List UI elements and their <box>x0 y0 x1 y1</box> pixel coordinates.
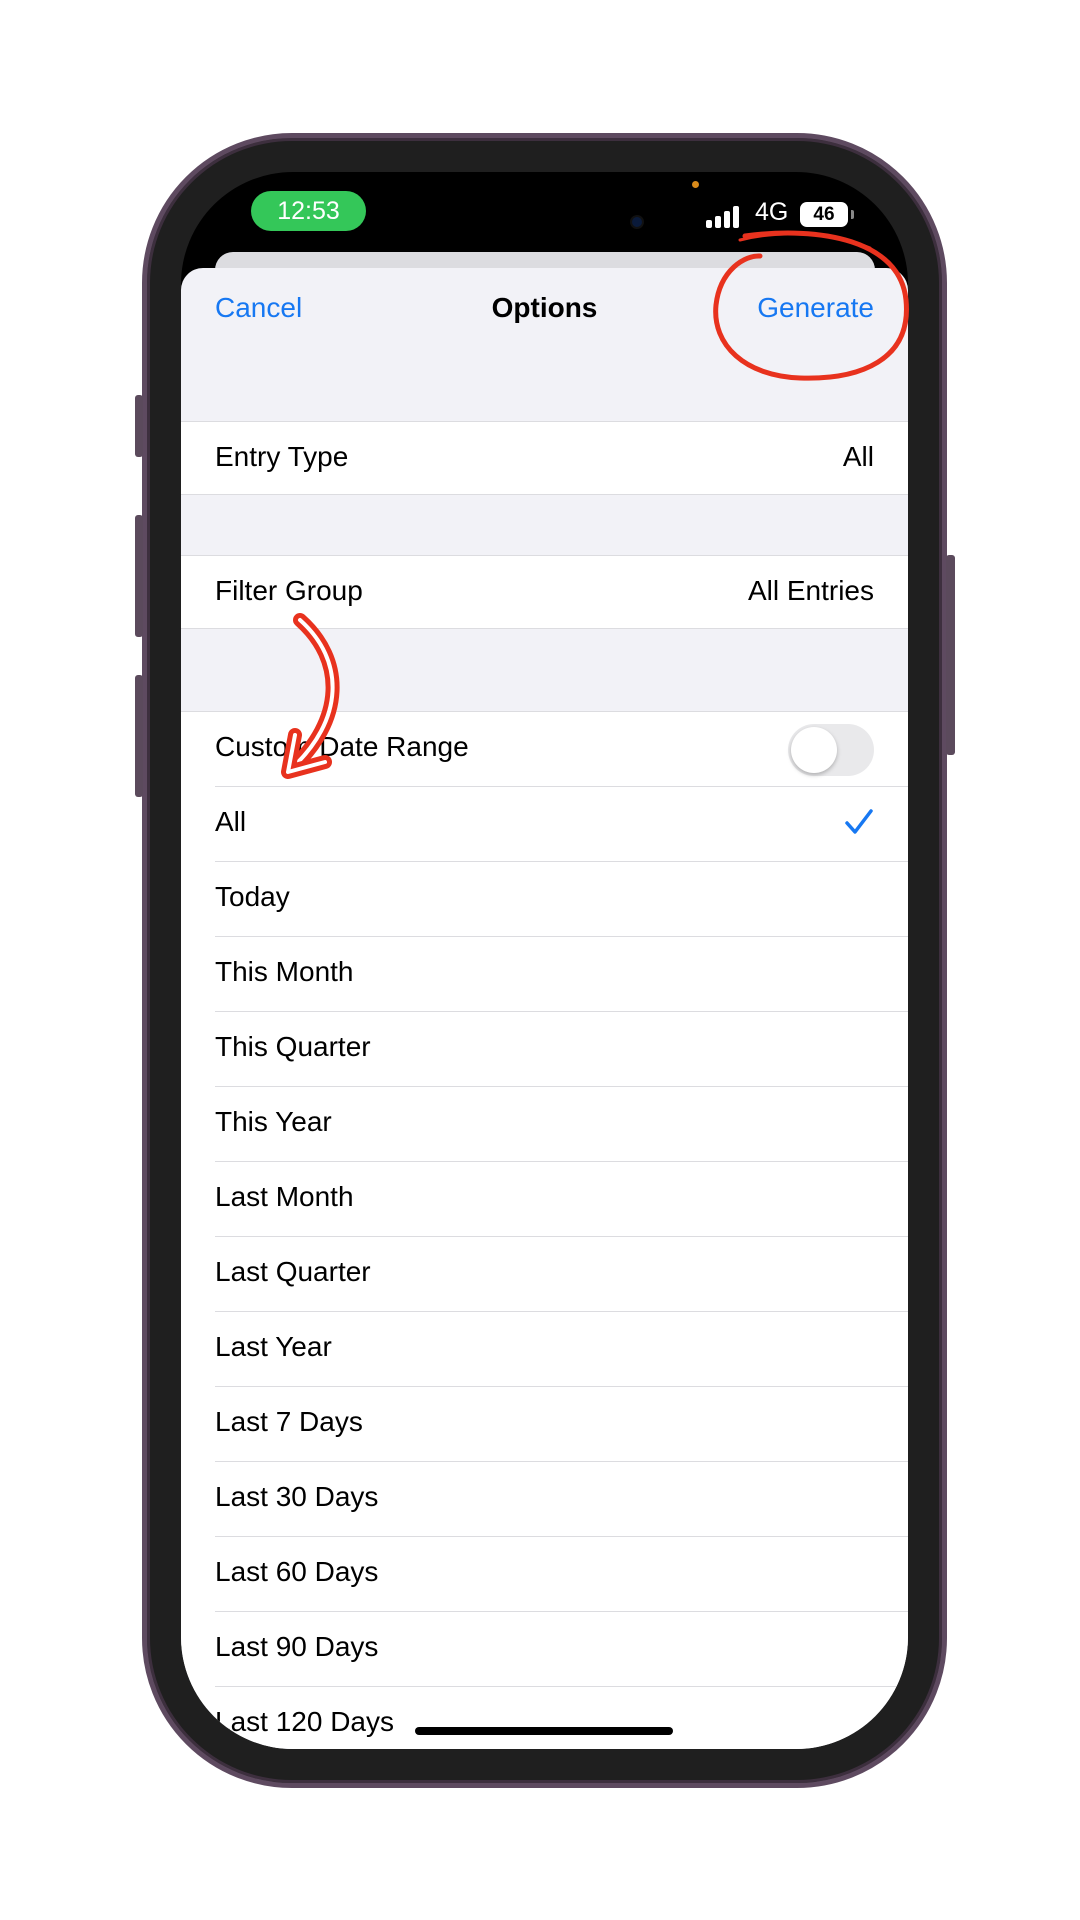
date-range-label: Last 7 Days <box>215 1406 363 1437</box>
volume-down-button <box>135 675 143 797</box>
network-type: 4G <box>755 198 789 226</box>
date-range-label: Last 30 Days <box>215 1481 379 1512</box>
date-range-label: Last 60 Days <box>215 1556 379 1587</box>
date-range-row[interactable]: Last Year <box>181 1312 908 1387</box>
date-range-row[interactable]: This Month <box>181 937 908 1012</box>
date-range-label: This Quarter <box>215 1031 371 1062</box>
filter-group-value: All Entries <box>747 575 874 606</box>
date-range-label: All <box>215 806 247 837</box>
date-range-row[interactable]: This Year <box>181 1087 908 1162</box>
front-camera-icon <box>632 217 642 227</box>
status-time[interactable]: 12:53 <box>251 191 366 231</box>
date-range-row[interactable]: Today <box>181 862 908 937</box>
date-range-row[interactable]: This Quarter <box>181 1012 908 1087</box>
date-range-label: Last Quarter <box>215 1256 371 1287</box>
entry-type-row[interactable]: Entry Type All <box>181 421 908 495</box>
date-range-label: This Month <box>215 956 354 987</box>
date-range-label: Last Month <box>215 1181 354 1212</box>
volume-up-button <box>135 515 143 637</box>
cancel-button[interactable]: Cancel <box>215 292 302 324</box>
entry-type-value: All <box>842 441 874 472</box>
date-range-row[interactable]: All <box>181 787 908 862</box>
date-range-row[interactable]: Last 120 Days <box>181 1687 908 1749</box>
date-range-label: Last Year <box>215 1331 332 1362</box>
entry-type-label: Entry Type <box>215 441 349 472</box>
date-range-label: Today <box>215 881 290 912</box>
custom-date-range-row: Custom Date Range <box>181 712 908 787</box>
battery-tip <box>851 210 854 219</box>
custom-date-range-toggle[interactable] <box>788 724 874 776</box>
date-range-row[interactable]: Last 30 Days <box>181 1462 908 1537</box>
screen: 12:53 4G 46 Options Cancel Generate Entr… <box>181 172 908 1749</box>
date-range-row[interactable]: Last 90 Days <box>181 1612 908 1687</box>
date-range-row[interactable]: Last Month <box>181 1162 908 1237</box>
date-range-row[interactable]: Last 60 Days <box>181 1537 908 1612</box>
custom-date-range-label: Custom Date Range <box>215 731 469 762</box>
date-range-row[interactable]: Last 7 Days <box>181 1387 908 1462</box>
cellular-signal-icon <box>706 206 746 228</box>
date-range-label: Last 90 Days <box>215 1631 379 1662</box>
action-button <box>135 395 143 457</box>
camera-indicator-icon <box>692 181 699 188</box>
filter-group-row[interactable]: Filter Group All Entries <box>181 555 908 629</box>
date-range-label: Last 120 Days <box>215 1706 394 1737</box>
home-indicator[interactable] <box>415 1727 673 1735</box>
date-range-list: Custom Date Range All Today This Month This… <box>181 711 908 1749</box>
toggle-knob <box>791 727 837 773</box>
checkmark-icon <box>845 809 873 834</box>
date-range-label: This Year <box>215 1106 332 1137</box>
generate-button[interactable]: Generate <box>757 292 874 324</box>
date-range-row[interactable]: Last Quarter <box>181 1237 908 1312</box>
power-button <box>946 555 955 755</box>
battery-icon: 46 <box>800 202 848 227</box>
options-sheet: Options Cancel Generate Entry Type All F… <box>181 268 908 1749</box>
filter-group-label: Filter Group <box>215 575 363 606</box>
